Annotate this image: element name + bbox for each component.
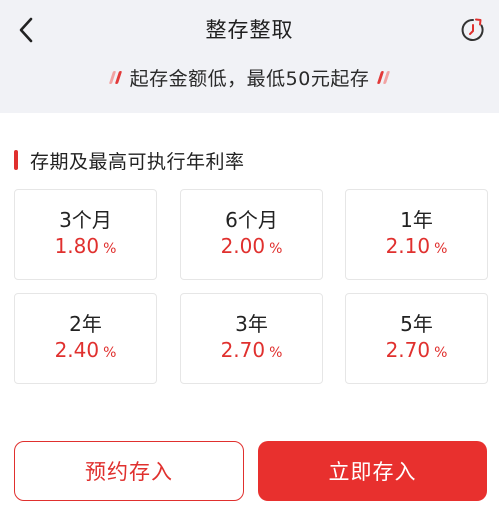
page-title: 整存整取 [205,18,294,42]
term-label: 3年 [235,312,268,336]
notice-decoration-left [108,70,122,84]
term-card-1-year[interactable]: 1年 2.10% [345,189,488,280]
notice-text: 起存金额低，最低50元起存 [129,67,370,90]
history-button[interactable] [457,14,489,46]
section-accent-bar [14,150,18,170]
nav-bar: 整存整取 [0,0,499,60]
term-card-3-months[interactable]: 3个月 1.80% [14,189,157,280]
rate-value: 2.00% [220,234,283,258]
rate-value: 2.70% [220,338,283,362]
term-label: 3个月 [59,208,112,232]
term-label: 2年 [69,312,102,336]
rate-value: 2.10% [385,234,448,258]
history-clock-icon [461,18,484,41]
section-heading: 存期及最高可执行年利率 [14,146,245,174]
notice-banner: 起存金额低，最低50元起存 [0,60,499,94]
term-card-2-years[interactable]: 2年 2.40% [14,293,157,384]
notice-decoration-right [377,70,391,84]
term-card-5-years[interactable]: 5年 2.70% [345,293,488,384]
deposit-now-button[interactable]: 立即存入 [258,441,487,501]
term-card-3-years[interactable]: 3年 2.70% [180,293,323,384]
rate-value: 2.40% [54,338,117,362]
term-label: 6个月 [225,208,278,232]
term-label: 5年 [400,312,433,336]
fixed-deposit-page: 整存整取 起存金额低，最低50元起存 存期及最高可执行年利率 3个月 1.80%… [0,0,499,516]
rate-value: 1.80% [54,234,117,258]
reserve-deposit-button[interactable]: 预约存入 [14,441,244,501]
section-title: 存期及最高可执行年利率 [30,150,245,173]
header-area: 整存整取 起存金额低，最低50元起存 [0,0,499,113]
term-label: 1年 [400,208,433,232]
term-card-6-months[interactable]: 6个月 2.00% [180,189,323,280]
rate-value: 2.70% [385,338,448,362]
